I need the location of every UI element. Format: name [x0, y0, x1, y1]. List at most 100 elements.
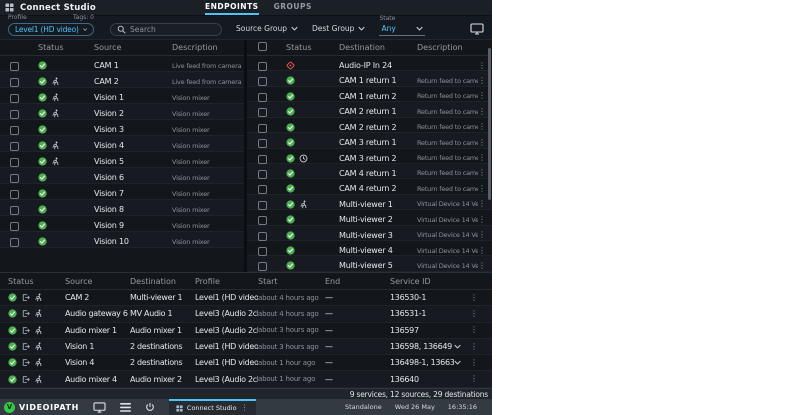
row-checkbox[interactable] — [10, 94, 19, 103]
destination-row[interactable]: CAM 2 return 1Return feed to camera⋮ — [247, 102, 492, 117]
service-row[interactable]: Vision 42 destinationsLevel1 (HD video)a… — [0, 355, 492, 371]
service-row[interactable]: Audio gateway 6MV Audio 1Level3 (Audio 2… — [0, 306, 492, 322]
source-name: Vision 1 — [94, 93, 172, 102]
row-checkbox[interactable] — [10, 62, 19, 71]
kebab-menu-icon[interactable]: ⋮ — [478, 247, 492, 255]
source-row[interactable]: Vision 8Vision mixer — [0, 200, 244, 216]
kebab-menu-icon[interactable]: ⋮ — [478, 200, 492, 208]
destination-row[interactable]: Multi-viewer 1Virtual Device 14 Vertex 3… — [247, 195, 492, 210]
row-checkbox[interactable] — [258, 262, 267, 271]
row-checkbox[interactable] — [258, 155, 267, 164]
destination-row[interactable]: Multi-viewer 3Virtual Device 14 Vertex 5… — [247, 226, 492, 241]
row-checkbox[interactable] — [10, 78, 19, 87]
row-checkbox[interactable] — [258, 93, 267, 102]
destination-row[interactable]: CAM 4 return 1Return feed to camera⋮ — [247, 164, 492, 179]
tab-endpoints[interactable]: ENDPOINTS — [205, 0, 259, 15]
kebab-menu-icon[interactable]: ⋮ — [470, 326, 486, 334]
search-input[interactable] — [130, 25, 215, 34]
service-end: — — [325, 358, 390, 367]
row-checkbox[interactable] — [258, 216, 267, 225]
kebab-menu-icon[interactable]: ⋮ — [478, 262, 492, 270]
row-checkbox[interactable] — [258, 247, 267, 256]
service-row[interactable]: CAM 2Multi-viewer 1Level1 (HD video)abou… — [0, 290, 492, 306]
service-row[interactable]: Audio mixer 1Audio mixer 1Level3 (Audio … — [0, 323, 492, 339]
row-checkbox[interactable] — [10, 142, 19, 151]
kebab-menu-icon[interactable]: ⋮ — [478, 216, 492, 224]
row-checkbox[interactable] — [10, 206, 19, 215]
row-checkbox[interactable] — [258, 124, 267, 133]
row-checkbox[interactable] — [258, 232, 267, 241]
destination-row[interactable]: Multi-viewer 2Virtual Device 14 Vertex 4… — [247, 210, 492, 225]
dest-group-select[interactable]: Dest Group — [312, 24, 365, 33]
source-row[interactable]: Vision 1Vision mixer — [0, 88, 244, 104]
source-row[interactable]: CAM 1Live feed from camera — [0, 56, 244, 72]
destination-row[interactable]: Multi-viewer 5Virtual Device 14 Vertex 7… — [247, 256, 492, 271]
status-icons — [286, 92, 339, 101]
kebab-menu-icon[interactable]: ⋮ — [470, 343, 486, 351]
kebab-menu-icon[interactable]: ⋮ — [470, 359, 486, 367]
destination-row[interactable]: CAM 1 return 1Return feed to camera⋮ — [247, 71, 492, 86]
destination-row[interactable]: CAM 1 return 2Return feed to camera⋮ — [247, 87, 492, 102]
power-button[interactable] — [145, 402, 155, 412]
col-destination: Destination — [130, 277, 195, 286]
expand-chevron-icon[interactable] — [454, 344, 461, 349]
taskbar-tab-connect-studio[interactable]: Connect Studio ⋮ — [169, 399, 256, 415]
menu-button[interactable] — [120, 403, 131, 412]
kebab-menu-icon[interactable]: ⋮ — [478, 231, 492, 239]
destination-row[interactable]: CAM 2 return 2Return feed to camera⋮ — [247, 118, 492, 133]
source-row[interactable]: Vision 4Vision mixer — [0, 136, 244, 152]
row-checkbox[interactable] — [258, 201, 267, 210]
destination-row[interactable]: CAM 4 return 2Return feed to camera⋮ — [247, 179, 492, 194]
state-select[interactable]: Any — [379, 24, 425, 36]
select-all-checkbox[interactable] — [258, 42, 267, 51]
vertical-scrollbar[interactable] — [488, 48, 491, 200]
running-icon — [299, 200, 308, 209]
row-checkbox[interactable] — [10, 126, 19, 135]
profile-select[interactable]: Level1 (HD video) — [8, 23, 94, 36]
row-checkbox[interactable] — [10, 158, 19, 167]
source-row[interactable]: Vision 10Vision mixer — [0, 232, 244, 248]
status-icons — [38, 189, 94, 198]
kebab-menu-icon[interactable]: ⋮ — [470, 310, 486, 318]
row-checkbox[interactable] — [258, 77, 267, 86]
service-id: 136498-1, 136639 — [390, 358, 454, 367]
source-row[interactable]: Vision 3Vision mixer — [0, 120, 244, 136]
kebab-menu-icon[interactable]: ⋮ — [470, 375, 486, 383]
source-row[interactable]: Vision 2Vision mixer — [0, 104, 244, 120]
source-row[interactable]: Vision 5Vision mixer — [0, 152, 244, 168]
row-checkbox[interactable] — [10, 190, 19, 199]
status-icons — [286, 154, 339, 163]
tab-groups[interactable]: GROUPS — [274, 0, 312, 15]
row-checkbox[interactable] — [10, 238, 19, 247]
running-icon — [34, 342, 43, 351]
kebab-menu-icon[interactable]: ⋮ — [470, 294, 486, 302]
row-checkbox[interactable] — [258, 62, 267, 71]
source-row[interactable]: Vision 6Vision mixer — [0, 168, 244, 184]
service-destination: MV Audio 1 — [130, 309, 195, 318]
source-description: Vision mixer — [172, 174, 244, 182]
row-checkbox[interactable] — [10, 174, 19, 183]
fullscreen-monitor-button[interactable] — [470, 23, 484, 35]
row-checkbox[interactable] — [258, 170, 267, 179]
source-row[interactable]: CAM 2Live feed from camera — [0, 72, 244, 88]
search-box[interactable] — [110, 23, 222, 36]
source-group-select[interactable]: Source Group — [236, 24, 298, 33]
destination-row[interactable]: CAM 3 return 1Return feed to camera⋮ — [247, 133, 492, 148]
displays-button[interactable] — [93, 402, 106, 413]
row-checkbox[interactable] — [10, 110, 19, 119]
row-checkbox[interactable] — [10, 222, 19, 231]
expand-chevron-icon[interactable] — [454, 360, 461, 365]
service-row[interactable]: Audio mixer 4Audio mixer 2Level3 (Audio … — [0, 371, 492, 387]
source-description: Vision mixer — [172, 190, 244, 198]
row-checkbox[interactable] — [258, 185, 267, 194]
row-checkbox[interactable] — [258, 139, 267, 148]
row-checkbox[interactable] — [258, 108, 267, 117]
kebab-menu-icon[interactable]: ⋮ — [241, 404, 249, 412]
destination-row[interactable]: Multi-viewer 4Virtual Device 14 Vertex 6… — [247, 241, 492, 256]
source-row[interactable]: Vision 9Vision mixer — [0, 216, 244, 232]
source-row[interactable]: Vision 7Vision mixer — [0, 184, 244, 200]
destination-row[interactable]: CAM 3 return 2Return feed to camera⋮ — [247, 149, 492, 164]
destination-row[interactable]: Audio-IP In 24⋮ — [247, 56, 492, 71]
service-row[interactable]: Vision 12 destinationsLevel1 (HD video)a… — [0, 339, 492, 355]
destination-name: CAM 4 return 1 — [339, 169, 417, 178]
